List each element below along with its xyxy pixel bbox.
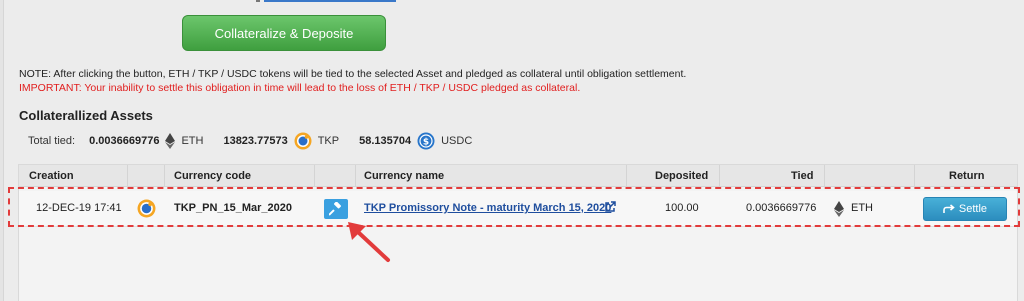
header-currency-code: Currency code [174,170,252,182]
note-text: NOTE: After clicking the button, ETH / T… [19,68,687,80]
tkp-coin-icon [137,199,156,218]
row-tied: 0.0036669776 [746,202,817,214]
total-tkp-value: 13823.77573 [223,135,288,147]
settle-button[interactable]: Settle [923,197,1007,221]
currency-name-link[interactable]: TKP Promissory Note - maturity March 15,… [364,202,611,214]
total-eth-value: 0.0036669776 [89,135,160,147]
ethereum-icon [834,201,844,217]
total-usdc-currency: USDC [441,135,473,147]
total-tied-summary: Total tied: 0.0036669776 ETH 13823.77573… [28,130,492,152]
header-deposited: Deposited [655,170,709,182]
total-tied-label: Total tied: [28,135,76,147]
usdc-coin-icon: $ [417,132,435,150]
cropped-text-fragment [256,0,260,2]
table-header: Creation Currency code Currency name Dep… [19,165,1017,187]
collateral-table: Creation Currency code Currency name Dep… [18,164,1018,301]
total-eth-currency: ETH [181,135,204,147]
total-usdc-value: 58.135704 [359,135,412,147]
row-tied-currency: ETH [851,202,873,214]
auction-gavel-button[interactable] [324,199,348,219]
annotation-arrow-icon [348,222,390,262]
share-arrow-icon [943,204,955,213]
cropped-link-fragment[interactable] [264,0,396,2]
header-return: Return [949,170,985,182]
section-title: Collaterallized Assets [19,108,153,123]
tkp-coin-icon [294,132,312,150]
ethereum-icon [165,133,176,149]
row-creation: 12-DEC-19 17:41 [36,202,122,214]
total-tkp-currency: TKP [317,135,340,147]
settle-button-label: Settle [958,203,988,215]
svg-text:$: $ [423,138,429,148]
header-tied: Tied [791,170,814,182]
header-creation: Creation [29,170,74,182]
left-panel-edge [0,0,4,301]
external-link-icon[interactable] [604,201,616,213]
header-currency-name: Currency name [364,170,445,182]
table-row: 12-DEC-19 17:41 TKP_PN_15_Mar_2020 TKP P… [19,191,1017,227]
gavel-icon [329,202,341,216]
collateralize-deposit-button[interactable]: Collateralize & Deposite [182,15,386,51]
row-deposited: 100.00 [665,202,699,214]
important-warning-text: IMPORTANT: Your inability to settle this… [19,82,581,94]
row-currency-code: TKP_PN_15_Mar_2020 [174,202,293,214]
